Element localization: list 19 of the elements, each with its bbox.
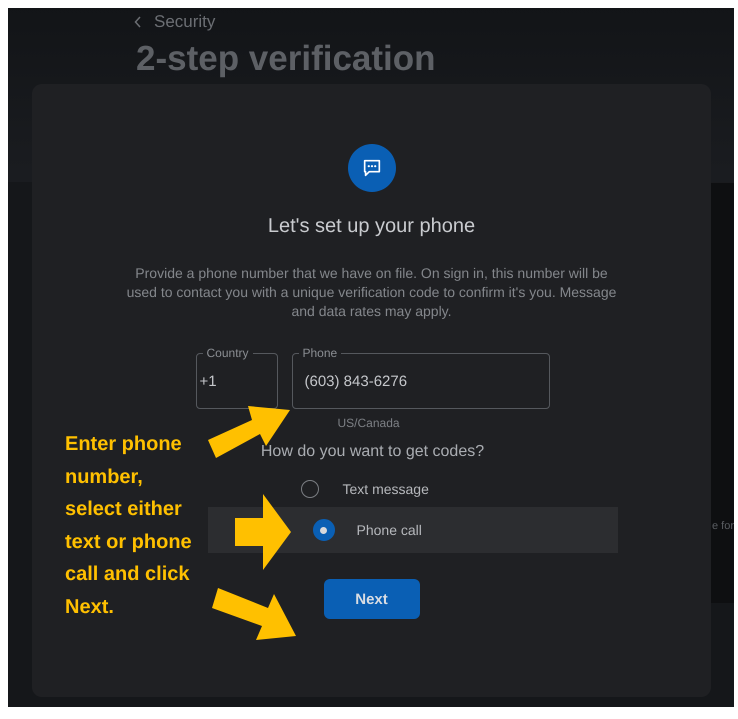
option-label: Text message [342,481,429,497]
field-hint: US/Canada [338,416,400,430]
background-text: e for [712,520,734,532]
back-link[interactable]: Security [134,12,216,32]
radio-button[interactable] [312,519,334,541]
next-button[interactable]: Next [324,579,420,619]
radio-button[interactable] [300,480,318,498]
message-icon [348,144,396,192]
back-chevron-icon [134,16,142,28]
page-title: 2-step verification [136,39,437,79]
back-label: Security [154,12,216,32]
description-text: Provide a phone number that we have on file. On sign in, this number will be used to contact you with a unique verification code to confirm it's you. Message and data rates may apply. [126,264,618,321]
field-label: Country [202,347,253,360]
annotation-text: Enter phone number, select either text or phone call and click Next. [65,432,193,620]
selected-option-row[interactable]: Phone call [208,507,618,553]
option-label: Phone call [356,522,422,538]
question-text: How do you want to get codes? [260,443,484,461]
field-label: Phone [298,347,342,360]
dialog-heading: Let's set up your phone [268,215,476,238]
